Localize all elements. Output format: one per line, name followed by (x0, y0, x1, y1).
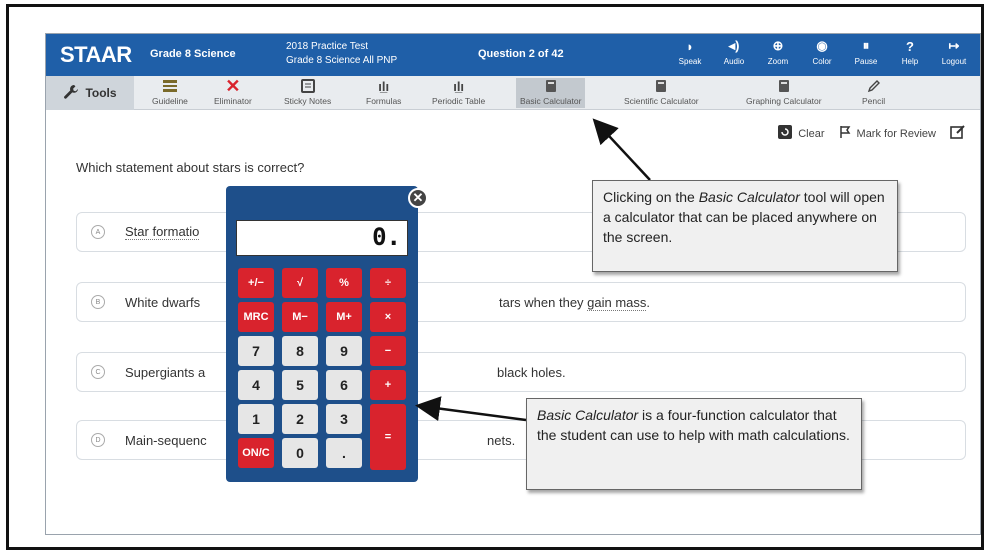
audio-icon: ◂) (728, 38, 740, 53)
grade-label: Grade 8 Science (150, 48, 236, 60)
calc-key[interactable]: % (326, 268, 362, 298)
arrow-to-calculator (415, 396, 527, 422)
tool-pencil[interactable]: Pencil (862, 78, 885, 106)
calc-key[interactable]: MRC (238, 302, 274, 332)
tools-button[interactable]: Tools (46, 76, 134, 110)
basic-calculator-icon (545, 78, 557, 94)
sticky-notes-icon (300, 78, 315, 94)
header-help-button[interactable]: ? Help (888, 38, 932, 67)
tool-scientific-calculator[interactable]: Scientific Calculator (624, 78, 699, 106)
tools-toolbar: Tools Guideline ✕ Eliminator Sticky Note… (46, 76, 980, 110)
basic-calculator-window[interactable]: 0. +/− √% ÷ MRC M− M+ × 7 8 9− 4 5 6 +1 2 3 = ON/C 0. (226, 186, 418, 482)
calc-key[interactable]: = (370, 404, 406, 470)
calc-key[interactable]: 9 (326, 336, 362, 366)
calc-key[interactable]: M+ (326, 302, 362, 332)
flag-icon (839, 125, 851, 142)
option-letter: A (91, 225, 105, 239)
clear-icon (778, 125, 793, 142)
tool-periodic-table[interactable]: ıl̲ı Periodic Table (432, 78, 485, 107)
tool-formulas[interactable]: ıl̲ı Formulas (366, 78, 401, 107)
figure-frame: STAAR Grade 8 Science 2018 Practice Test… (6, 4, 984, 550)
header-zoom-button[interactable]: ⊕ Zoom (756, 38, 800, 66)
formulas-icon: ıl̲ı (378, 78, 390, 94)
wrench-icon (63, 84, 79, 103)
calc-key[interactable]: − (370, 336, 406, 366)
header-tools: ◗ Speak ◂) Audio ⊕ Zoom ◉ Color ⏸ Pause? Help ↦ Logo… (668, 38, 976, 66)
option-text-end: black holes. (497, 364, 566, 380)
calc-key[interactable]: 4 (238, 370, 274, 400)
calc-key[interactable]: 0 (282, 438, 318, 468)
header-bar: STAAR Grade 8 Science 2018 Practice Test… (46, 34, 980, 76)
calculator-display-value: 0. (372, 223, 401, 251)
test-info: 2018 Practice Test Grade 8 Science All P… (286, 41, 398, 66)
mark-for-review-button[interactable]: Mark for Review (839, 125, 936, 142)
test-screen: STAAR Grade 8 Science 2018 Practice Test… (45, 33, 981, 535)
calc-key[interactable]: . (326, 438, 362, 468)
header-speak-button[interactable]: ◗ Speak (668, 38, 712, 67)
periodic-table-icon: ıl̲ı (453, 78, 465, 94)
option-text-end: nets. (487, 432, 516, 448)
speak-icon: ◗ (686, 38, 694, 54)
calculator-display: 0. (236, 220, 408, 256)
calc-key[interactable]: × (370, 302, 406, 332)
answer-option-b[interactable]: B White dwarfs tars when they gain mass. (76, 282, 966, 322)
close-icon: ✕ (412, 190, 424, 205)
calc-key[interactable]: + (370, 370, 406, 400)
pause-icon: ⏸ (862, 38, 870, 53)
scientific-calculator-icon (655, 78, 667, 94)
calc-key[interactable]: 8 (282, 336, 318, 366)
tool-basic-calculator[interactable]: Basic Calculator (516, 78, 586, 108)
calc-key[interactable]: +/− (238, 268, 274, 298)
question-text: Which statement about stars is correct? (76, 160, 305, 175)
tool-guideline[interactable]: Guideline (152, 78, 188, 106)
logout-icon: ↦ (948, 38, 960, 53)
answer-option-c[interactable]: C Supergiants a black holes. (76, 352, 966, 392)
option-letter: D (91, 433, 105, 447)
pencil-icon (867, 78, 881, 94)
calc-key[interactable]: ON/C (238, 438, 274, 468)
option-text: Star formatio (125, 224, 200, 240)
graphing-calculator-icon (778, 78, 790, 94)
question-counter: Question 2 of 42 (478, 48, 564, 60)
option-letter: B (91, 295, 105, 309)
tool-eliminator[interactable]: ✕ Eliminator (214, 75, 252, 107)
question-actions: Clear Mark for Review (778, 124, 966, 143)
staar-logo: STAAR (60, 42, 132, 67)
header-logout-button[interactable]: ↦ Logout (932, 38, 976, 66)
tool-sticky-notes[interactable]: Sticky Notes (284, 78, 331, 106)
edit-note-icon (950, 124, 966, 143)
calc-key[interactable]: 6 (326, 370, 362, 400)
option-letter: C (91, 365, 105, 379)
calculator-close-button[interactable]: ✕ (408, 188, 428, 208)
calc-key[interactable]: 5 (282, 370, 318, 400)
eliminator-icon: ✕ (225, 75, 241, 96)
calc-key[interactable]: √ (282, 268, 318, 298)
arrow-to-basic-calculator-tool (592, 118, 651, 181)
calc-key[interactable]: 2 (282, 404, 318, 434)
clear-button[interactable]: Clear (778, 125, 825, 142)
help-icon: ? (906, 38, 914, 54)
calc-key[interactable]: 3 (326, 404, 362, 434)
callout-four-function: Basic Calculator is a four-function calc… (526, 398, 862, 490)
tool-graphing-calculator[interactable]: Graphing Calculator (746, 78, 822, 106)
calc-key[interactable]: ÷ (370, 268, 406, 298)
header-color-button[interactable]: ◉ Color (800, 38, 844, 66)
notes-button[interactable] (950, 124, 966, 143)
header-pause-button[interactable]: ⏸ Pause (844, 38, 888, 66)
option-text-end: tars when they gain mass. (499, 294, 651, 311)
calc-key[interactable]: M− (282, 302, 318, 332)
calc-key[interactable]: 7 (238, 336, 274, 366)
guideline-icon (162, 78, 178, 94)
header-audio-button[interactable]: ◂) Audio (712, 38, 756, 66)
color-icon: ◉ (816, 38, 828, 53)
calc-key[interactable]: 1 (238, 404, 274, 434)
zoom-icon: ⊕ (772, 38, 784, 53)
callout-open-calculator: Clicking on the Basic Calculator tool wi… (592, 180, 898, 272)
